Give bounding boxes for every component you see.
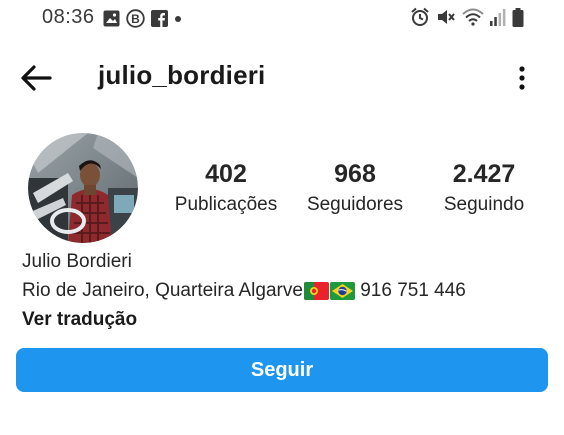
profile-screen: 08:36 B julio_bordieri 402 Publicações 9… xyxy=(0,0,564,435)
signal-icon xyxy=(490,8,506,26)
facebook-icon xyxy=(151,10,168,27)
profile-stats: 402 Publicações 968 Seguidores 2.427 Seg… xyxy=(160,159,540,229)
status-bar: 08:36 B xyxy=(0,0,564,36)
following-label: Seguindo xyxy=(443,194,525,215)
status-time: 08:36 xyxy=(42,6,95,28)
profile-bio: Julio Bordieri Rio de Janeiro, Quarteira… xyxy=(22,249,552,333)
back-arrow-icon xyxy=(21,65,52,91)
status-notification-icons: B xyxy=(103,9,182,28)
bio-location-text: Rio de Janeiro, Quarteira Algarve xyxy=(22,280,303,301)
dot-icon xyxy=(174,10,182,27)
profile-header: julio_bordieri xyxy=(0,50,564,106)
battery-icon xyxy=(512,7,524,27)
status-system-icons xyxy=(410,7,524,27)
b-badge-icon: B xyxy=(126,9,145,28)
profile-username: julio_bordieri xyxy=(98,60,266,90)
follow-button[interactable]: Seguir xyxy=(16,348,548,392)
posts-stat[interactable]: 402 Publicações xyxy=(166,159,286,218)
following-stat[interactable]: 2.427 Seguindo xyxy=(434,159,534,218)
posts-count: 402 xyxy=(205,160,247,188)
image-icon xyxy=(103,10,120,27)
back-button[interactable] xyxy=(16,61,58,95)
portugal-flag-icon xyxy=(303,282,329,300)
followers-label: Seguidores xyxy=(306,194,404,215)
more-options-button[interactable] xyxy=(510,64,534,92)
following-count: 2.427 xyxy=(452,160,516,188)
mute-icon xyxy=(436,7,456,27)
alarm-icon xyxy=(410,7,430,27)
followers-stat[interactable]: 968 Seguidores xyxy=(300,159,410,218)
see-translation-link[interactable]: Ver tradução xyxy=(22,307,137,333)
bio-phone-text: 916 751 446 xyxy=(354,280,466,301)
followers-count: 968 xyxy=(334,160,376,188)
more-vertical-icon xyxy=(519,66,525,90)
brazil-flag-icon xyxy=(329,282,355,300)
wifi-icon xyxy=(462,8,484,26)
bio-text: Rio de Janeiro, Quarteira Algarve 916 75… xyxy=(22,278,552,304)
profile-full-name: Julio Bordieri xyxy=(22,251,132,272)
profile-avatar[interactable] xyxy=(28,133,138,243)
posts-label: Publicações xyxy=(174,194,278,215)
svg-text:B: B xyxy=(131,12,140,26)
avatar-photo xyxy=(28,133,138,243)
